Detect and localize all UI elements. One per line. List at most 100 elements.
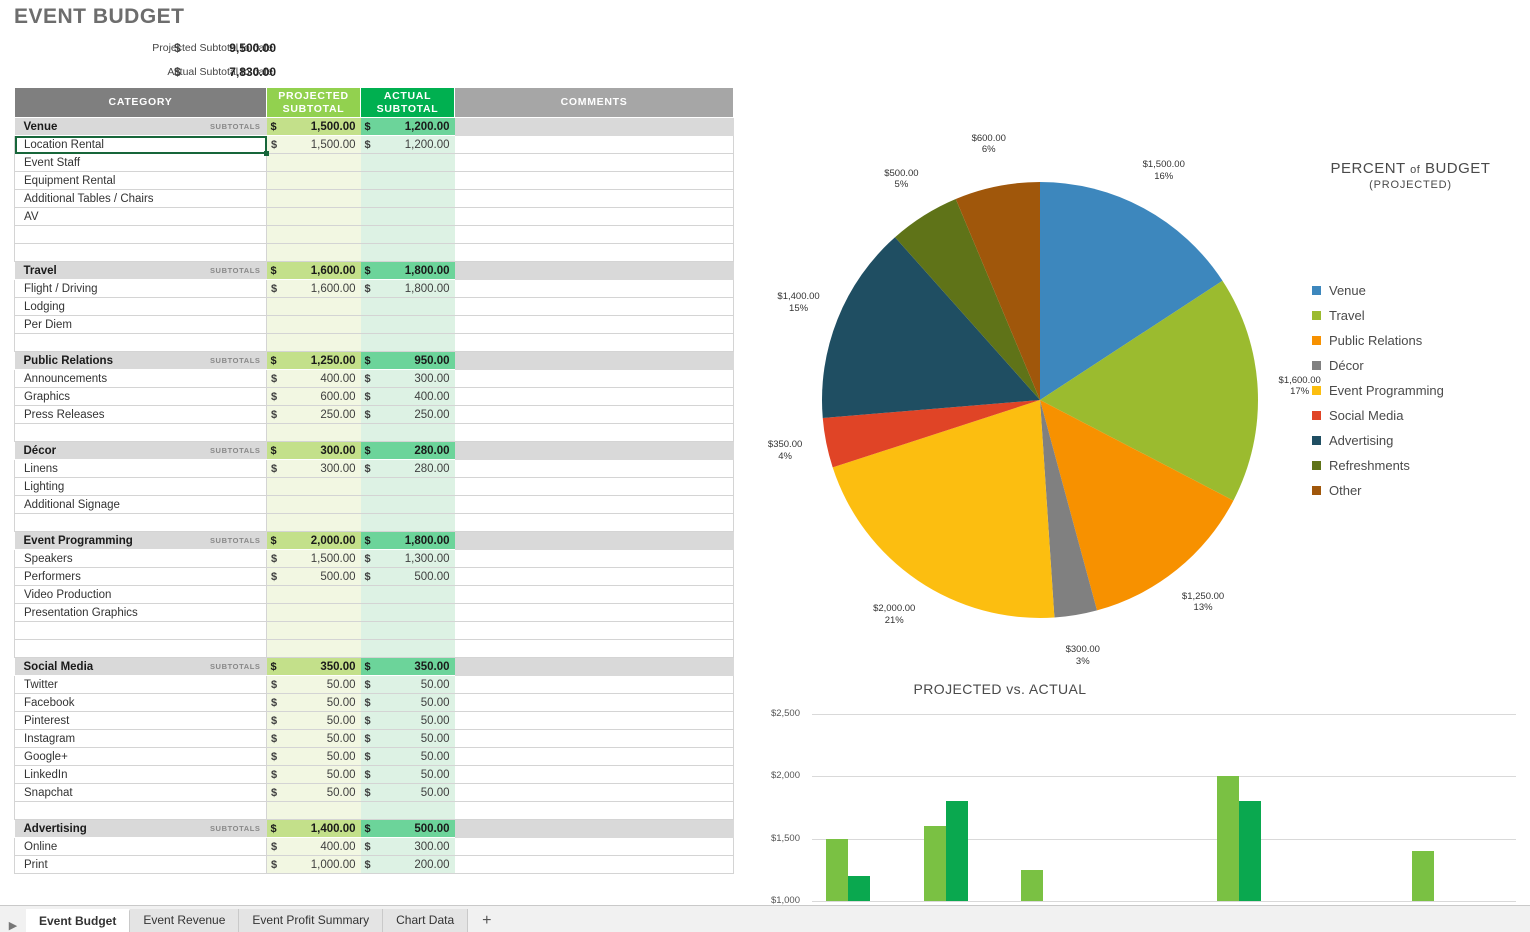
row-actual-value[interactable]: 50.00 bbox=[374, 675, 455, 694]
table-row[interactable]: Instagram $50.00 $50.00 bbox=[14, 729, 735, 748]
row-projected-currency[interactable]: $ bbox=[266, 387, 281, 406]
legend-item[interactable]: Social Media bbox=[1312, 403, 1444, 428]
row-actual-currency[interactable]: $ bbox=[360, 567, 375, 586]
bar-projected-event-programming[interactable] bbox=[1216, 776, 1239, 901]
row-actual-currency[interactable] bbox=[360, 315, 375, 334]
row-actual-value[interactable] bbox=[374, 621, 455, 640]
row-label[interactable] bbox=[14, 621, 267, 640]
row-projected-currency[interactable] bbox=[266, 801, 281, 820]
row-projected-currency[interactable] bbox=[266, 333, 281, 352]
row-actual-currency[interactable] bbox=[360, 171, 375, 190]
row-label[interactable]: Video Production bbox=[14, 585, 267, 604]
row-comments[interactable] bbox=[454, 459, 735, 478]
row-comments[interactable] bbox=[454, 477, 735, 496]
row-actual-value[interactable] bbox=[374, 333, 455, 352]
row-projected-value[interactable] bbox=[280, 621, 361, 640]
row-projected-currency[interactable]: $ bbox=[266, 783, 281, 802]
row-projected-value[interactable]: 50.00 bbox=[280, 711, 361, 730]
row-actual-value[interactable]: 200.00 bbox=[374, 855, 455, 874]
bar-projected-travel[interactable] bbox=[923, 826, 946, 901]
row-comments[interactable] bbox=[454, 855, 735, 874]
row-label[interactable]: Snapchat bbox=[14, 783, 267, 802]
row-label[interactable]: Announcements bbox=[14, 369, 267, 388]
table-section-row[interactable]: Venue SUBTOTALS $1,500.00 $1,200.00 bbox=[14, 117, 734, 136]
row-actual-value[interactable] bbox=[374, 513, 455, 532]
row-label[interactable]: Graphics bbox=[14, 387, 267, 406]
row-projected-currency[interactable]: $ bbox=[266, 765, 281, 784]
row-projected-value[interactable] bbox=[280, 207, 361, 226]
row-label[interactable]: Flight / Driving bbox=[14, 279, 267, 298]
row-projected-currency[interactable]: $ bbox=[266, 675, 281, 694]
row-actual-currency[interactable]: $ bbox=[360, 369, 375, 388]
row-comments[interactable] bbox=[454, 765, 735, 784]
table-row[interactable]: Additional Tables / Chairs bbox=[14, 189, 735, 208]
legend-item[interactable]: Advertising bbox=[1312, 428, 1444, 453]
column-header-category[interactable]: CATEGORY bbox=[14, 87, 267, 118]
bar-projected-public-relations[interactable] bbox=[1021, 869, 1044, 901]
table-row[interactable]: Linens $300.00 $280.00 bbox=[14, 459, 735, 478]
table-row[interactable]: Speakers $1,500.00 $1,300.00 bbox=[14, 549, 735, 568]
legend-item[interactable]: Refreshments bbox=[1312, 453, 1444, 478]
row-label[interactable] bbox=[14, 225, 267, 244]
row-projected-currency[interactable] bbox=[266, 243, 281, 262]
table-row[interactable]: Graphics $600.00 $400.00 bbox=[14, 387, 735, 406]
row-projected-value[interactable] bbox=[280, 189, 361, 208]
row-projected-value[interactable]: 50.00 bbox=[280, 675, 361, 694]
row-projected-currency[interactable] bbox=[266, 621, 281, 640]
row-comments[interactable] bbox=[454, 279, 735, 298]
table-row-blank[interactable] bbox=[14, 801, 735, 820]
column-header-comments[interactable]: COMMENTS bbox=[454, 87, 735, 118]
row-comments[interactable] bbox=[454, 783, 735, 802]
row-actual-currency[interactable]: $ bbox=[360, 855, 375, 874]
row-label[interactable]: Performers bbox=[14, 567, 267, 586]
row-comments[interactable] bbox=[454, 243, 735, 262]
row-actual-currency[interactable] bbox=[360, 585, 375, 604]
row-projected-value[interactable]: 50.00 bbox=[280, 783, 361, 802]
table-row[interactable]: Print $1,000.00 $200.00 bbox=[14, 855, 735, 874]
row-label[interactable] bbox=[14, 801, 267, 820]
row-actual-value[interactable] bbox=[374, 243, 455, 262]
row-comments[interactable] bbox=[454, 135, 735, 154]
table-row[interactable]: Event Staff bbox=[14, 153, 735, 172]
row-comments[interactable] bbox=[454, 153, 735, 172]
row-actual-value[interactable]: 1,200.00 bbox=[374, 135, 455, 154]
row-actual-value[interactable] bbox=[374, 801, 455, 820]
row-actual-currency[interactable] bbox=[360, 513, 375, 532]
row-comments[interactable] bbox=[454, 729, 735, 748]
row-projected-currency[interactable]: $ bbox=[266, 567, 281, 586]
row-comments[interactable] bbox=[454, 675, 735, 694]
row-actual-currency[interactable] bbox=[360, 603, 375, 622]
table-row[interactable]: Equipment Rental bbox=[14, 171, 735, 190]
sheet-tabs[interactable]: Event Budget Event Revenue Event Profit Su… bbox=[26, 909, 469, 932]
row-projected-currency[interactable] bbox=[266, 477, 281, 496]
table-row[interactable]: Location Rental $1,500.00 $1,200.00 bbox=[14, 135, 735, 156]
row-label[interactable]: Equipment Rental bbox=[14, 171, 267, 190]
row-projected-value[interactable] bbox=[280, 477, 361, 496]
table-row[interactable]: Press Releases $250.00 $250.00 bbox=[14, 405, 735, 424]
row-comments[interactable] bbox=[454, 189, 735, 208]
section-comments[interactable] bbox=[454, 819, 734, 838]
row-projected-currency[interactable] bbox=[266, 153, 281, 172]
row-projected-currency[interactable] bbox=[266, 315, 281, 334]
legend-item[interactable]: Décor bbox=[1312, 353, 1444, 378]
legend-item[interactable]: Venue bbox=[1312, 278, 1444, 303]
row-projected-value[interactable]: 500.00 bbox=[280, 567, 361, 586]
legend-item[interactable]: Public Relations bbox=[1312, 328, 1444, 353]
row-projected-currency[interactable]: $ bbox=[266, 747, 281, 766]
row-actual-currency[interactable]: $ bbox=[360, 387, 375, 406]
row-actual-value[interactable]: 50.00 bbox=[374, 783, 455, 802]
row-projected-currency[interactable] bbox=[266, 171, 281, 190]
row-projected-currency[interactable]: $ bbox=[266, 711, 281, 730]
tab-nav-arrow-icon[interactable]: ▶ bbox=[0, 919, 26, 932]
table-row[interactable]: Video Production bbox=[14, 585, 735, 604]
row-actual-value[interactable] bbox=[374, 495, 455, 514]
table-row-blank[interactable] bbox=[14, 513, 735, 532]
row-comments[interactable] bbox=[454, 495, 735, 514]
row-label[interactable]: Online bbox=[14, 837, 267, 856]
row-actual-value[interactable]: 500.00 bbox=[374, 567, 455, 586]
table-row[interactable]: Presentation Graphics bbox=[14, 603, 735, 622]
row-projected-value[interactable]: 1,000.00 bbox=[280, 855, 361, 874]
row-actual-value[interactable] bbox=[374, 585, 455, 604]
row-projected-value[interactable]: 600.00 bbox=[280, 387, 361, 406]
row-actual-currency[interactable] bbox=[360, 801, 375, 820]
